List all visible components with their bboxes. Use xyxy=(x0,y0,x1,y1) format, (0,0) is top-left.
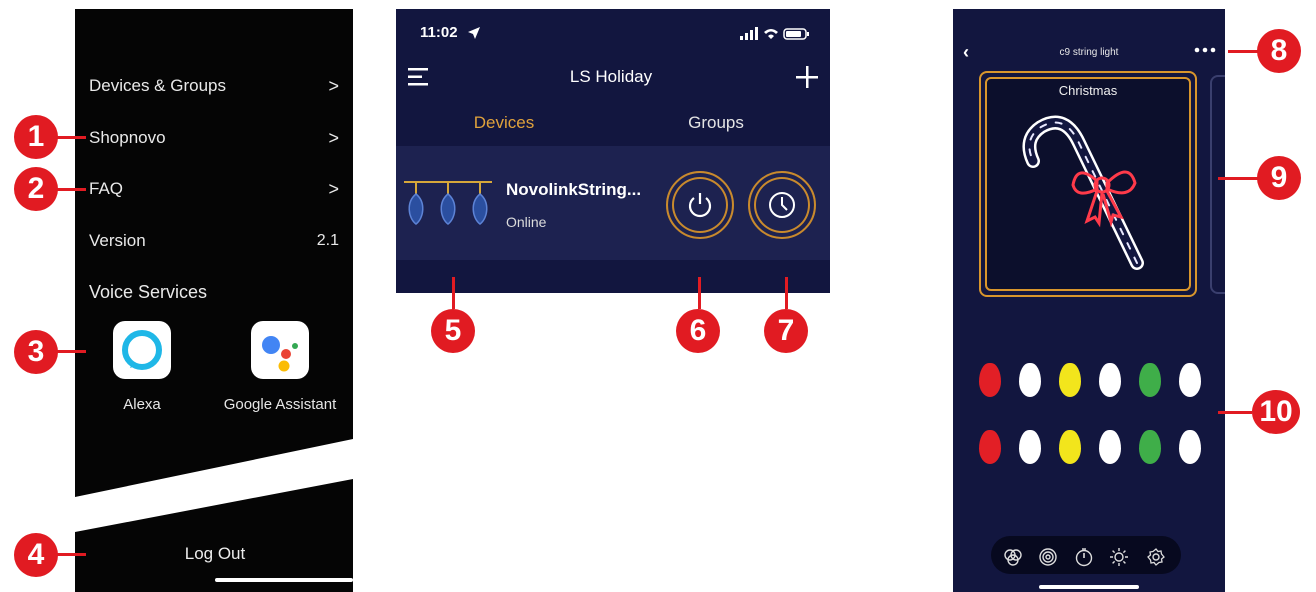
add-icon[interactable] xyxy=(795,65,819,89)
callout-6: 6 xyxy=(676,309,720,353)
tab-groups[interactable]: Groups xyxy=(666,113,766,133)
color-bulb[interactable] xyxy=(1179,430,1201,464)
color-bulb[interactable] xyxy=(1139,430,1161,464)
callout-3: 3 xyxy=(14,330,58,374)
clock-icon xyxy=(769,192,795,218)
color-mix-icon[interactable] xyxy=(1002,546,1024,568)
alexa-icon[interactable] xyxy=(113,321,171,379)
menu-item-version: Version 2.1 xyxy=(89,226,339,256)
brightness-icon[interactable] xyxy=(1108,546,1130,568)
google-assistant-icon[interactable] xyxy=(251,321,309,379)
callout-8: 8 xyxy=(1257,29,1301,73)
location-arrow-icon xyxy=(468,27,480,39)
color-bulb[interactable] xyxy=(1019,430,1041,464)
callout-5: 5 xyxy=(431,309,475,353)
logout-button[interactable]: Log Out xyxy=(155,544,275,564)
device-row[interactable]: NovolinkString... Online xyxy=(396,146,830,260)
scene-card[interactable]: Christmas xyxy=(979,71,1197,297)
color-bulb[interactable] xyxy=(1059,430,1081,464)
rings-icon[interactable] xyxy=(1037,546,1059,568)
callout-line-3 xyxy=(56,350,86,353)
more-icon[interactable] xyxy=(1194,47,1216,53)
callout-4: 4 xyxy=(14,533,58,577)
menu-item-label: Version xyxy=(89,231,146,250)
page-title: LS Holiday xyxy=(569,67,653,86)
menu-item-faq[interactable]: FAQ > xyxy=(89,174,339,204)
color-bulb[interactable] xyxy=(1139,363,1161,397)
callout-line-5 xyxy=(452,277,455,309)
device-name: NovolinkString... xyxy=(506,180,642,199)
power-icon xyxy=(688,193,712,218)
menu-item-label: FAQ xyxy=(89,179,124,198)
color-bulb[interactable] xyxy=(979,363,1001,397)
home-indicator xyxy=(1039,585,1139,589)
status-time: 11:02 xyxy=(420,24,458,41)
callout-line-4 xyxy=(56,553,86,556)
device-status: Online xyxy=(506,214,547,230)
version-value: 2.1 xyxy=(316,232,339,249)
callout-2: 2 xyxy=(14,167,58,211)
menu-item-shopnovo[interactable]: Shopnovo > xyxy=(89,123,339,153)
timer-icon[interactable] xyxy=(1073,546,1095,568)
color-bulb[interactable] xyxy=(1099,363,1121,397)
status-bar: 11:02 xyxy=(396,9,830,55)
google-assistant-label: Google Assistant xyxy=(223,396,337,413)
scene-label: Christmas xyxy=(1058,83,1118,98)
back-chevron-icon[interactable]: ‹ xyxy=(963,42,969,63)
chevron-right-icon: > xyxy=(328,75,339,96)
callout-10: 10 xyxy=(1252,390,1300,434)
string-lights-icon xyxy=(404,181,492,225)
light-editor-screen: ‹ c9 string light Christmas xyxy=(953,9,1225,592)
side-menu-panel: Devices & Groups > Shopnovo > FAQ > Vers… xyxy=(75,9,353,592)
callout-line-7 xyxy=(785,277,788,309)
callout-1: 1 xyxy=(14,115,58,159)
callout-line-10 xyxy=(1218,411,1252,414)
home-indicator xyxy=(215,578,353,582)
schedule-button[interactable] xyxy=(748,171,816,239)
candy-cane-icon xyxy=(1022,115,1144,270)
callout-line-2 xyxy=(56,188,86,191)
callout-line-9 xyxy=(1218,177,1258,180)
callout-line-6 xyxy=(698,277,701,309)
tab-devices[interactable]: Devices xyxy=(454,113,554,133)
status-indicators-icon xyxy=(740,27,809,40)
color-bulb[interactable] xyxy=(1099,430,1121,464)
settings-icon[interactable] xyxy=(1145,546,1167,568)
callout-7: 7 xyxy=(764,309,808,353)
editor-title: c9 string light xyxy=(1059,47,1119,58)
device-list-screen: 11:02 LS Holiday Devices Groups Novolink… xyxy=(396,9,830,293)
color-bulb[interactable] xyxy=(979,430,1001,464)
chevron-right-icon: > xyxy=(328,127,339,148)
menu-item-devices-groups[interactable]: Devices & Groups > xyxy=(89,71,339,101)
menu-item-label: Devices & Groups xyxy=(89,76,226,95)
chevron-right-icon: > xyxy=(328,178,339,199)
color-bulb[interactable] xyxy=(1179,363,1201,397)
callout-line-8 xyxy=(1228,50,1258,53)
color-bulb[interactable] xyxy=(1059,363,1081,397)
hamburger-menu-icon[interactable] xyxy=(408,67,430,87)
callout-line-1 xyxy=(56,136,86,139)
color-bulb[interactable] xyxy=(1019,363,1041,397)
voice-services-heading: Voice Services xyxy=(89,277,339,307)
menu-item-label: Shopnovo xyxy=(89,128,166,147)
power-button[interactable] xyxy=(666,171,734,239)
next-scene-card[interactable] xyxy=(1210,75,1225,294)
voice-services-title: Voice Services xyxy=(89,281,208,302)
callout-9: 9 xyxy=(1257,156,1301,200)
